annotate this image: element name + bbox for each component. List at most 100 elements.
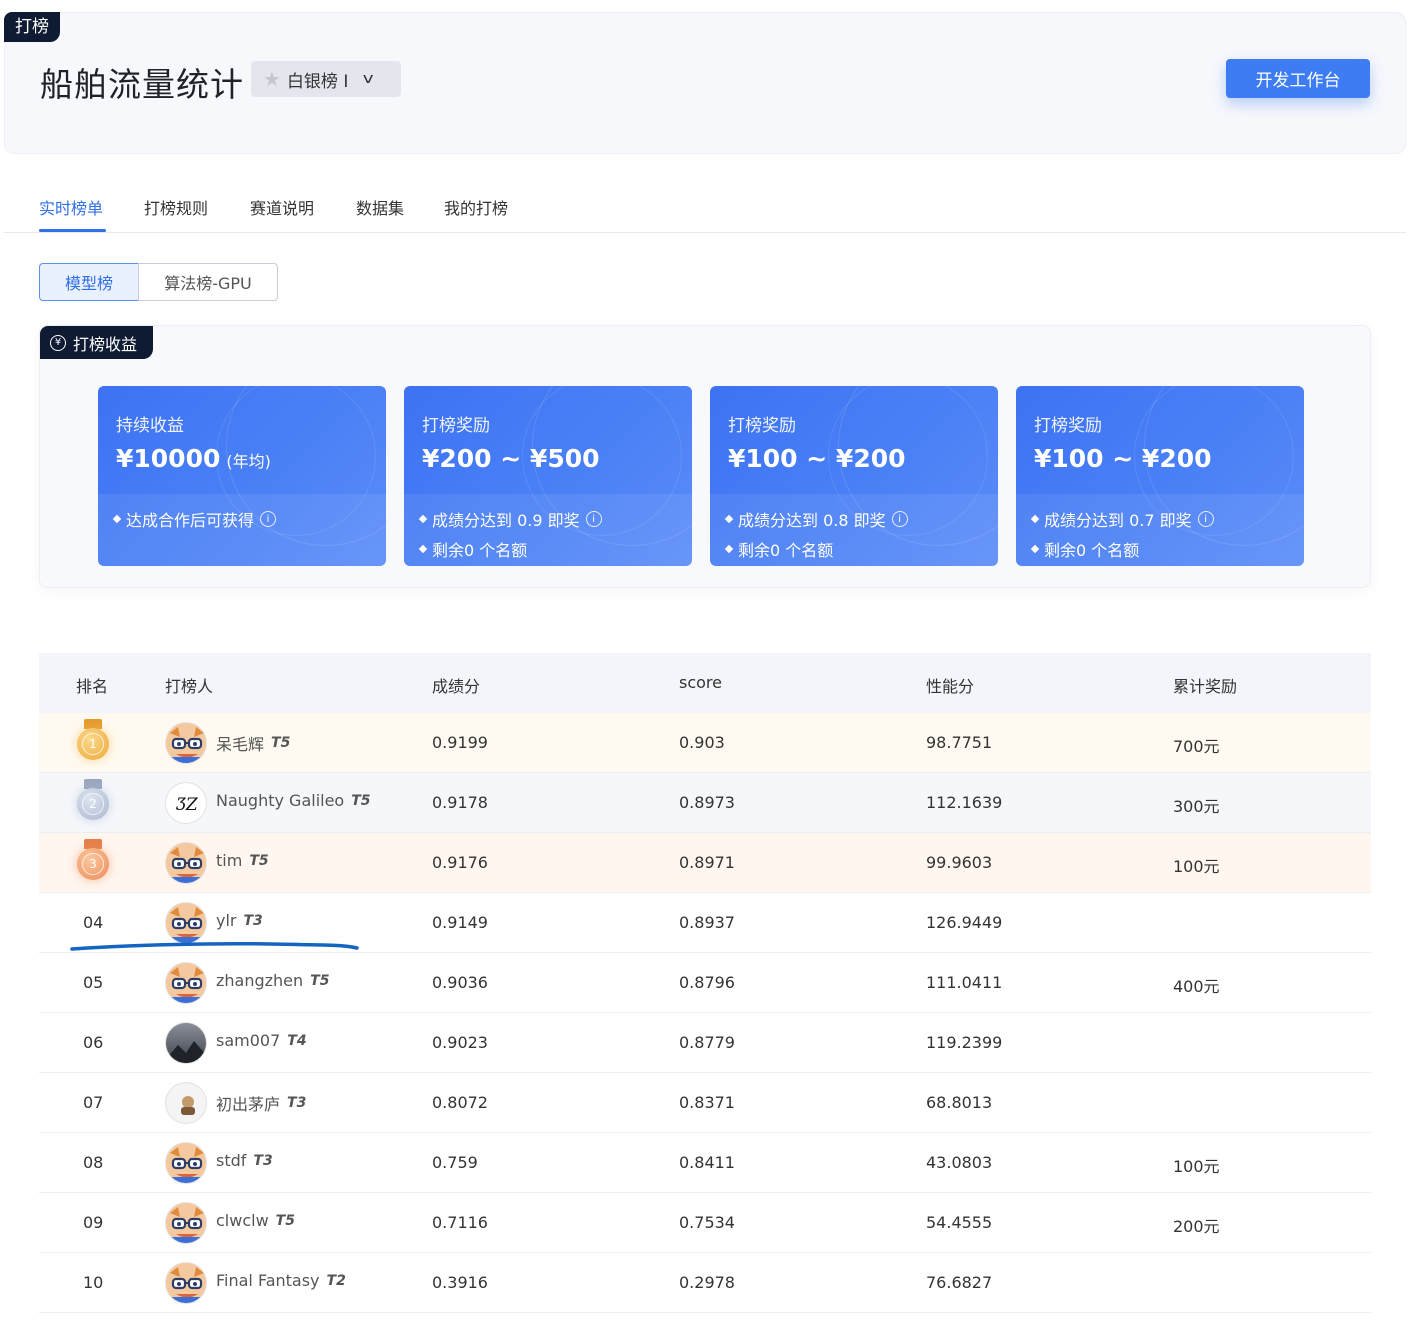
user-cell[interactable]: sam007 T4 <box>216 1031 307 1050</box>
score-value: 0.7534 <box>679 1213 735 1232</box>
user-cell[interactable]: tim T5 <box>216 851 269 870</box>
tab-realtime[interactable]: 实时榜单 <box>39 195 103 219</box>
card-quota-line: 剩余0 个名额 <box>1030 537 1139 561</box>
yen-icon: ¥ <box>50 334 66 351</box>
avatar[interactable] <box>165 962 207 1004</box>
rank-number: 10 <box>83 1273 104 1292</box>
user-cell[interactable]: ylr T3 <box>216 911 263 930</box>
table-row: 08 stdf T3 0.759 0.8411 43.0803 100元 <box>39 1133 1371 1193</box>
avatar[interactable] <box>165 1202 207 1244</box>
level-badge: T5 <box>310 972 330 989</box>
leaderboard-table: 排名 打榜人 成绩分 score 性能分 累计奖励 1 呆毛辉 T5 0.919… <box>39 653 1371 1313</box>
tab-track[interactable]: 赛道说明 <box>250 195 314 219</box>
earning-card: 打榜奖励 ¥100 ~ ¥200 成绩分达到 0.7 即奖 i 剩余0 个名额 <box>1016 386 1304 566</box>
page-title: 船舶流量统计 <box>40 65 244 104</box>
star-icon: ★ <box>263 67 281 91</box>
avatar[interactable] <box>165 1262 207 1304</box>
user-name[interactable]: 初出茅庐 <box>216 1091 280 1115</box>
tab-dataset[interactable]: 数据集 <box>356 195 404 219</box>
user-name[interactable]: stdf <box>216 1151 246 1170</box>
perf-value: 76.6827 <box>926 1273 993 1292</box>
col-score: score <box>679 673 722 692</box>
tier-select[interactable]: ★ 白银榜 I v <box>251 61 401 97</box>
avatar[interactable] <box>165 842 207 884</box>
avatar[interactable] <box>165 722 207 764</box>
level-badge: T5 <box>351 792 371 809</box>
tab-rules[interactable]: 打榜规则 <box>144 195 208 219</box>
level-badge: T4 <box>287 1032 307 1049</box>
medal-icon: 1 <box>73 719 113 765</box>
perf-value: 126.9449 <box>926 913 1003 932</box>
earning-card: 持续收益 ¥10000 (年均) 达成合作后可获得 i <box>98 386 386 566</box>
user-cell[interactable]: stdf T3 <box>216 1151 273 1170</box>
table-row: 07 初出茅庐 T3 0.8072 0.8371 68.8013 <box>39 1073 1371 1133</box>
medal-icon: 2 <box>73 779 113 825</box>
level-badge: T5 <box>249 852 269 869</box>
score-value: 0.8973 <box>679 793 735 812</box>
grade-value: 0.9178 <box>432 793 488 812</box>
perf-value: 68.8013 <box>926 1093 993 1112</box>
user-name[interactable]: tim <box>216 851 242 870</box>
chevron-down-icon: v <box>363 71 374 87</box>
perf-value: 112.1639 <box>926 793 1003 812</box>
level-badge: T3 <box>243 912 263 929</box>
level-badge: T2 <box>326 1272 346 1289</box>
user-name[interactable]: clwclw <box>216 1211 269 1230</box>
user-name[interactable]: sam007 <box>216 1031 280 1050</box>
perf-value: 111.0411 <box>926 973 1003 992</box>
card-line: 成绩分达到 0.9 即奖 i <box>418 507 602 531</box>
reward-value: 100元 <box>1173 857 1220 876</box>
avatar[interactable]: ƷZ <box>165 782 207 824</box>
grade-value: 0.9036 <box>432 973 488 992</box>
table-row: 1 呆毛辉 T5 0.9199 0.903 98.7751 700元 <box>39 713 1371 773</box>
card-line: 成绩分达到 0.7 即奖 i <box>1030 507 1214 531</box>
reward-value: 300元 <box>1173 797 1220 816</box>
reward-value: 700元 <box>1173 737 1220 756</box>
info-icon[interactable]: i <box>1197 511 1214 527</box>
card-title: 打榜奖励 <box>1034 416 1102 436</box>
level-badge: T3 <box>253 1152 273 1169</box>
user-cell[interactable]: clwclw T5 <box>216 1211 295 1230</box>
info-icon[interactable]: i <box>260 511 277 527</box>
perf-value: 43.0803 <box>926 1153 993 1172</box>
model-board-button[interactable]: 模型榜 <box>39 263 139 301</box>
user-cell[interactable]: 初出茅庐 T3 <box>216 1091 306 1115</box>
earnings-badge: ¥ 打榜收益 <box>40 326 153 359</box>
corner-badge: 打榜 <box>4 12 60 42</box>
user-cell[interactable]: zhangzhen T5 <box>216 971 329 990</box>
info-icon[interactable]: i <box>585 511 602 527</box>
main-tabs: 实时榜单 打榜规则 赛道说明 数据集 我的打榜 <box>4 178 1406 233</box>
earning-card: 打榜奖励 ¥200 ~ ¥500 成绩分达到 0.9 即奖 i 剩余0 个名额 <box>404 386 692 566</box>
card-line: 达成合作后可获得 i <box>112 507 277 531</box>
info-icon[interactable]: i <box>891 511 908 527</box>
user-name[interactable]: ylr <box>216 911 237 930</box>
user-cell[interactable]: Final Fantasy T2 <box>216 1271 346 1290</box>
table-row: 10 Final Fantasy T2 0.3916 0.2978 76.682… <box>39 1253 1371 1313</box>
user-cell[interactable]: Naughty Galileo T5 <box>216 791 371 810</box>
table-row: 3 tim T5 0.9176 0.8971 99.9603 100元 <box>39 833 1371 893</box>
score-value: 0.8937 <box>679 913 735 932</box>
user-name[interactable]: zhangzhen <box>216 971 303 990</box>
grade-value: 0.759 <box>432 1153 478 1172</box>
algo-board-button[interactable]: 算法榜-GPU <box>138 263 278 301</box>
card-quota-line: 剩余0 个名额 <box>418 537 527 561</box>
user-name[interactable]: Naughty Galileo <box>216 791 344 810</box>
tier-label: 白银榜 I <box>286 71 349 92</box>
tab-mine[interactable]: 我的打榜 <box>444 195 508 219</box>
avatar[interactable] <box>165 1082 207 1124</box>
user-name[interactable]: Final Fantasy <box>216 1271 320 1290</box>
tab-active-indicator <box>39 229 106 232</box>
dev-workbench-button[interactable]: 开发工作台 <box>1226 59 1370 98</box>
user-cell[interactable]: 呆毛辉 T5 <box>216 731 290 755</box>
underline-annotation <box>70 942 359 951</box>
grade-value: 0.8072 <box>432 1093 488 1112</box>
level-badge: T5 <box>271 735 291 751</box>
perf-value: 119.2399 <box>926 1033 1003 1052</box>
card-title: 打榜奖励 <box>728 416 796 436</box>
col-user: 打榜人 <box>165 677 214 696</box>
col-grade: 成绩分 <box>432 677 481 696</box>
user-name[interactable]: 呆毛辉 <box>216 731 264 755</box>
score-value: 0.2978 <box>679 1273 735 1292</box>
avatar[interactable] <box>165 1142 207 1184</box>
avatar[interactable] <box>165 1022 207 1064</box>
